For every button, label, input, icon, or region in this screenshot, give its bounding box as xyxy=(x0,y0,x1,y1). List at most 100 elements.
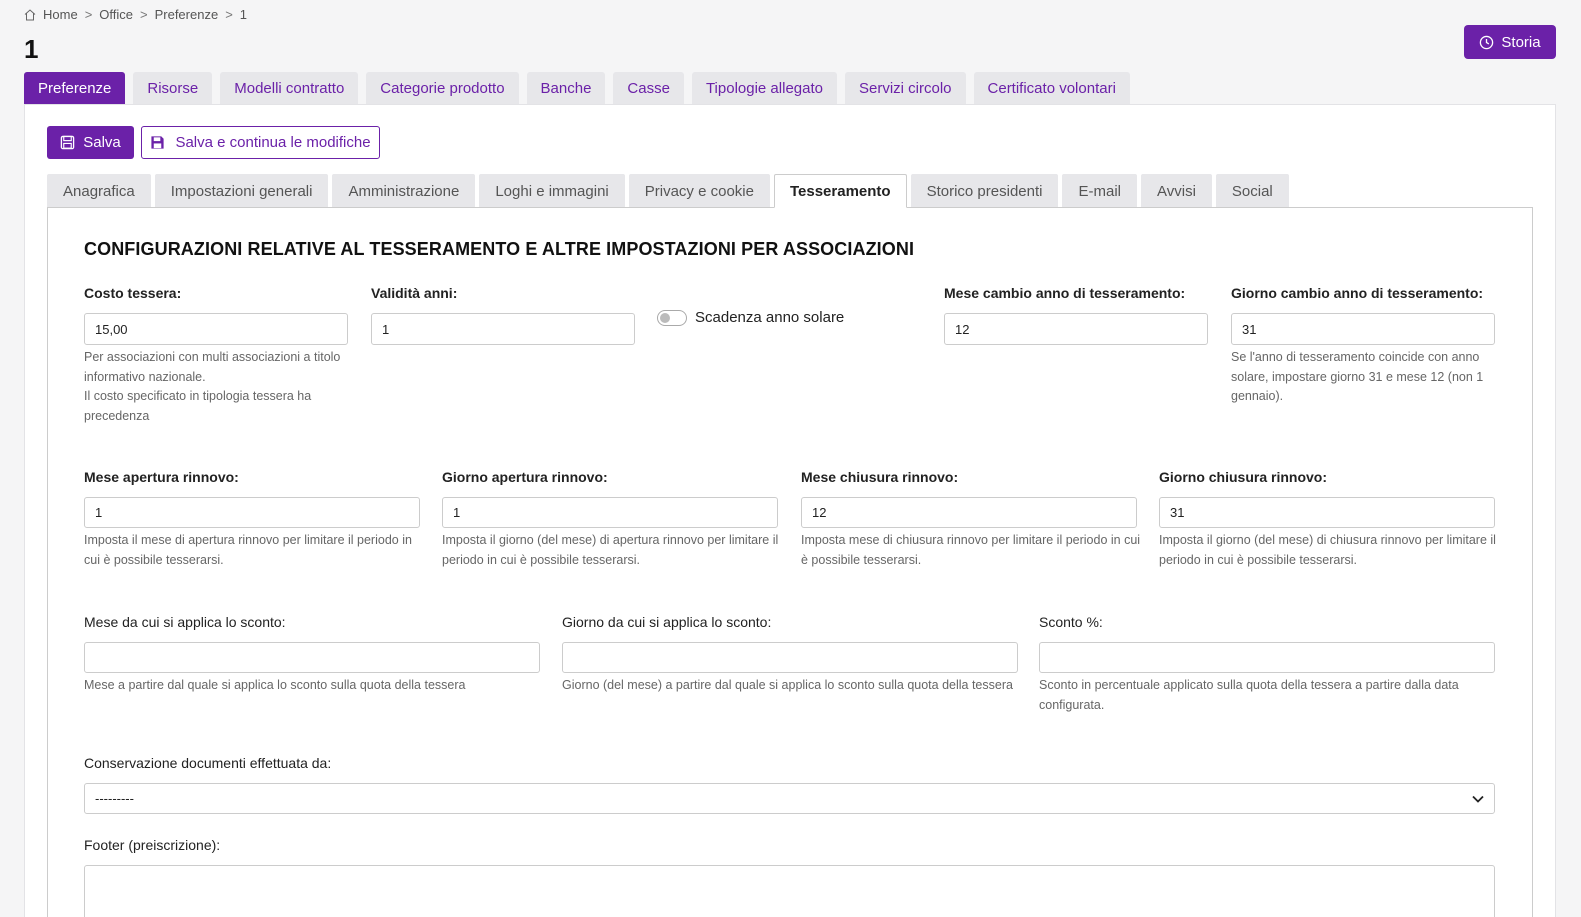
scadenza-anno-solare-label: Scadenza anno solare xyxy=(695,309,845,326)
tab-modelli-contratto[interactable]: Modelli contratto xyxy=(220,72,359,104)
breadcrumb-current: 1 xyxy=(239,7,248,22)
costo-tessera-input[interactable] xyxy=(84,313,348,345)
help-line: precedenza xyxy=(84,408,150,423)
mese-cambio-input[interactable] xyxy=(944,313,1208,345)
tab-categorie-prodotto[interactable]: Categorie prodotto xyxy=(366,72,519,104)
breadcrumb-preferenze[interactable]: Preferenze xyxy=(155,7,219,22)
help-line: Sconto in percentuale applicato sulla qu… xyxy=(1039,678,1459,692)
tab-casse[interactable]: Casse xyxy=(613,72,684,104)
mese-chiusura-help: Imposta mese di chiusura rinnovo per lim… xyxy=(801,531,1146,570)
subtab-storico-presidenti[interactable]: Storico presidenti xyxy=(910,174,1059,208)
costo-tessera-help: Per associazioni con multi associazioni … xyxy=(84,348,364,426)
giorno-chiusura-label: Giorno chiusura rinnovo: xyxy=(1159,469,1328,485)
giorno-sconto-label: Giorno da cui si applica lo sconto: xyxy=(562,614,772,630)
help-line: periodo in cui è possibile tesserarsi. xyxy=(442,552,641,567)
save-icon xyxy=(60,135,75,150)
tab-banche[interactable]: Banche xyxy=(526,72,606,104)
save-continue-button[interactable]: Salva e continua le modifiche xyxy=(141,126,380,159)
scadenza-anno-solare-toggle[interactable] xyxy=(657,310,687,326)
mese-chiusura-label: Mese chiusura rinnovo: xyxy=(801,469,959,485)
subtab-privacy-cookie[interactable]: Privacy e cookie xyxy=(628,174,770,208)
save-label: Salva xyxy=(83,134,121,151)
mese-chiusura-input[interactable] xyxy=(801,497,1137,528)
conservazione-selected-value: --------- xyxy=(95,791,134,806)
help-line: cui è possibile tesserarsi. xyxy=(84,552,224,567)
save-continue-label: Salva e continua le modifiche xyxy=(175,134,371,151)
storia-button[interactable]: Storia xyxy=(1464,25,1556,59)
mese-sconto-help: Mese a partire dal quale si applica lo s… xyxy=(84,676,544,696)
sconto-percent-input[interactable] xyxy=(1039,642,1495,673)
giorno-sconto-help: Giorno (del mese) a partire dal quale si… xyxy=(562,676,1022,696)
mese-apertura-input[interactable] xyxy=(84,497,420,528)
giorno-cambio-label: Giorno cambio anno di tesseramento: xyxy=(1231,285,1484,301)
mese-cambio-label: Mese cambio anno di tesseramento: xyxy=(944,285,1186,301)
giorno-chiusura-input[interactable] xyxy=(1159,497,1495,528)
help-line: Se l'anno di tesseramento coincide con a… xyxy=(1231,350,1480,364)
giorno-cambio-input[interactable] xyxy=(1231,313,1495,345)
section-title: CONFIGURAZIONI RELATIVE AL TESSERAMENTO … xyxy=(84,239,915,259)
help-line: Imposta il giorno (del mese) di apertura… xyxy=(442,533,779,547)
footer-textarea[interactable] xyxy=(84,865,1495,917)
breadcrumb-office[interactable]: Office xyxy=(99,7,133,22)
help-line: Imposta il giorno (del mese) di chiusura… xyxy=(1159,533,1496,547)
giorno-cambio-help: Se l'anno di tesseramento coincide con a… xyxy=(1231,348,1501,407)
sconto-percent-help: Sconto in percentuale applicato sulla qu… xyxy=(1039,676,1499,715)
help-line: Imposta il mese di apertura rinnovo per … xyxy=(84,533,412,547)
validita-anni-input[interactable] xyxy=(371,313,635,345)
giorno-apertura-input[interactable] xyxy=(442,497,778,528)
top-tabs: Preferenze Risorse Modelli contratto Cat… xyxy=(24,72,1130,104)
subtab-email[interactable]: E-mail xyxy=(1062,174,1137,208)
help-line: è possibile tesserarsi. xyxy=(801,552,922,567)
toggle-knob xyxy=(660,313,670,323)
subtab-anagrafica[interactable]: Anagrafica xyxy=(47,174,151,208)
mese-apertura-label: Mese apertura rinnovo: xyxy=(84,469,239,485)
tab-servizi-circolo[interactable]: Servizi circolo xyxy=(844,72,966,104)
tab-preferenze[interactable]: Preferenze xyxy=(24,72,126,104)
mese-sconto-label: Mese da cui si applica lo sconto: xyxy=(84,614,286,630)
tab-risorse[interactable]: Risorse xyxy=(133,72,213,104)
page-title: 1 xyxy=(24,34,39,64)
conservazione-label: Conservazione documenti effettuata da: xyxy=(84,755,332,771)
validita-anni-label: Validità anni: xyxy=(371,285,458,301)
help-line: Giorno (del mese) a partire dal quale si… xyxy=(562,678,1013,692)
help-line: gennaio). xyxy=(1231,389,1284,403)
help-line: solare, impostare giorno 31 e mese 12 (n… xyxy=(1231,369,1484,384)
save-button[interactable]: Salva xyxy=(47,126,134,159)
help-line: informativo nazionale. xyxy=(84,369,206,384)
breadcrumb-separator: > xyxy=(225,7,233,22)
breadcrumb-separator: > xyxy=(84,7,93,22)
subtab-avvisi[interactable]: Avvisi xyxy=(1141,174,1212,208)
help-line: Imposta mese di chiusura rinnovo per lim… xyxy=(801,533,1141,547)
help-line: Per associazioni con multi associazioni … xyxy=(84,350,341,364)
footer-label: Footer (preiscrizione): xyxy=(84,837,221,853)
storia-label: Storia xyxy=(1501,33,1541,51)
home-icon xyxy=(24,8,36,20)
help-line: configurata. xyxy=(1039,697,1105,712)
breadcrumb-home[interactable]: Home xyxy=(43,7,78,22)
subtab-loghi-immagini[interactable]: Loghi e immagini xyxy=(479,174,625,208)
giorno-apertura-label: Giorno apertura rinnovo: xyxy=(442,469,608,485)
giorno-apertura-help: Imposta il giorno (del mese) di apertura… xyxy=(442,531,787,570)
subtab-tesseramento[interactable]: Tesseramento xyxy=(773,174,907,208)
tab-tipologie-allegato[interactable]: Tipologie allegato xyxy=(691,72,837,104)
tab-certificato-volontari[interactable]: Certificato volontari xyxy=(973,72,1130,104)
mese-sconto-input[interactable] xyxy=(84,642,540,673)
breadcrumb: Home > Office > Preferenze > 1 xyxy=(24,7,247,22)
help-line: periodo in cui è possibile tesserarsi. xyxy=(1159,552,1358,567)
floppy-icon xyxy=(151,136,165,149)
giorno-sconto-input[interactable] xyxy=(562,642,1018,673)
conservazione-select[interactable]: --------- xyxy=(84,783,1495,814)
mese-apertura-help: Imposta il mese di apertura rinnovo per … xyxy=(84,531,429,570)
clock-icon xyxy=(1480,35,1494,49)
breadcrumb-separator: > xyxy=(140,7,148,22)
sub-tabs: Anagrafica Impostazioni generali Amminis… xyxy=(47,174,1289,208)
chevron-down-icon xyxy=(1472,795,1484,803)
help-line: Il costo specificato in tipologia tesser… xyxy=(84,389,312,403)
subtab-social[interactable]: Social xyxy=(1215,174,1289,208)
sconto-percent-label: Sconto %: xyxy=(1039,614,1103,630)
giorno-chiusura-help: Imposta il giorno (del mese) di chiusura… xyxy=(1159,531,1504,570)
subtab-impostazioni-generali[interactable]: Impostazioni generali xyxy=(154,174,329,208)
help-line: Mese a partire dal quale si applica lo s… xyxy=(84,678,466,692)
subtab-amministrazione[interactable]: Amministrazione xyxy=(332,174,476,208)
costo-tessera-label: Costo tessera: xyxy=(84,285,182,301)
